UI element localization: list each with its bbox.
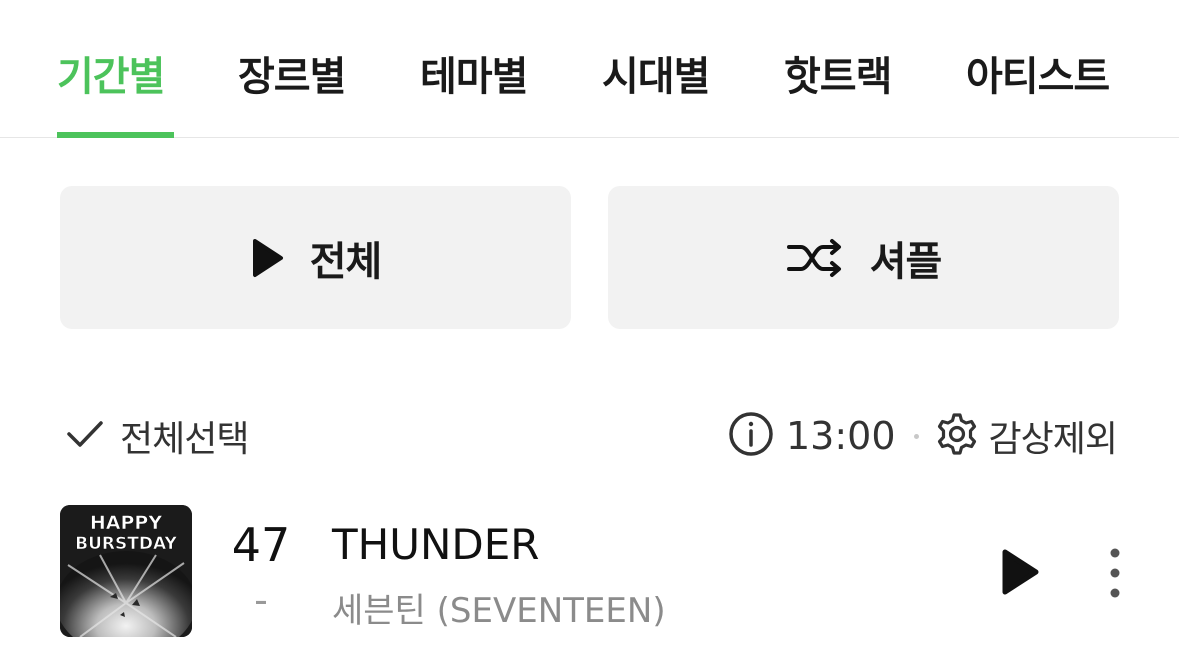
- active-tab-indicator: [57, 132, 174, 138]
- separator-dot: [913, 433, 919, 439]
- album-text-line1: HAPPY: [90, 512, 162, 534]
- rank-change: -: [254, 578, 268, 622]
- shuffle-icon: [786, 238, 844, 278]
- tab-period[interactable]: 기간별: [57, 44, 165, 102]
- gear-icon: [935, 412, 979, 460]
- tab-artist[interactable]: 아티스트: [966, 44, 1110, 102]
- track-more-button[interactable]: [1098, 545, 1132, 601]
- play-all-button[interactable]: 전체: [60, 186, 571, 329]
- shuffle-label: 셔플: [869, 238, 943, 285]
- more-vertical-icon: [1098, 548, 1132, 605]
- album-text-line2: BURSTDAY: [75, 534, 177, 554]
- exclude-listening-label: 감상제외: [988, 419, 1118, 460]
- category-tab-bar: 기간별 장르별 테마별 시대별 핫트랙 아티스트: [0, 0, 1179, 138]
- track-title[interactable]: THUNDER: [332, 520, 539, 569]
- track-play-button[interactable]: [996, 544, 1044, 600]
- play-all-label: 전체: [309, 238, 383, 285]
- track-artist[interactable]: 세븐틴 (SEVENTEEN): [332, 583, 666, 632]
- info-icon[interactable]: [728, 411, 774, 461]
- check-icon: [66, 419, 104, 453]
- track-rank: 47: [231, 518, 291, 572]
- tab-genre[interactable]: 장르별: [238, 44, 346, 102]
- tab-hot-track[interactable]: 핫트랙: [784, 44, 892, 102]
- total-duration: 13:00: [786, 414, 896, 458]
- shuffle-button[interactable]: 셔플: [608, 186, 1119, 329]
- tab-theme[interactable]: 테마별: [420, 44, 528, 102]
- play-icon: [250, 238, 284, 278]
- exclude-listening-button[interactable]: 감상제외: [935, 410, 1118, 462]
- play-icon: [996, 549, 1044, 604]
- select-all-toggle[interactable]: 전체선택: [66, 410, 249, 462]
- select-all-label: 전체선택: [120, 419, 249, 460]
- list-options: 13:00 감상제외: [728, 408, 1118, 464]
- album-art[interactable]: HAPPY BURSTDAY: [60, 505, 192, 637]
- tab-era[interactable]: 시대별: [602, 44, 710, 102]
